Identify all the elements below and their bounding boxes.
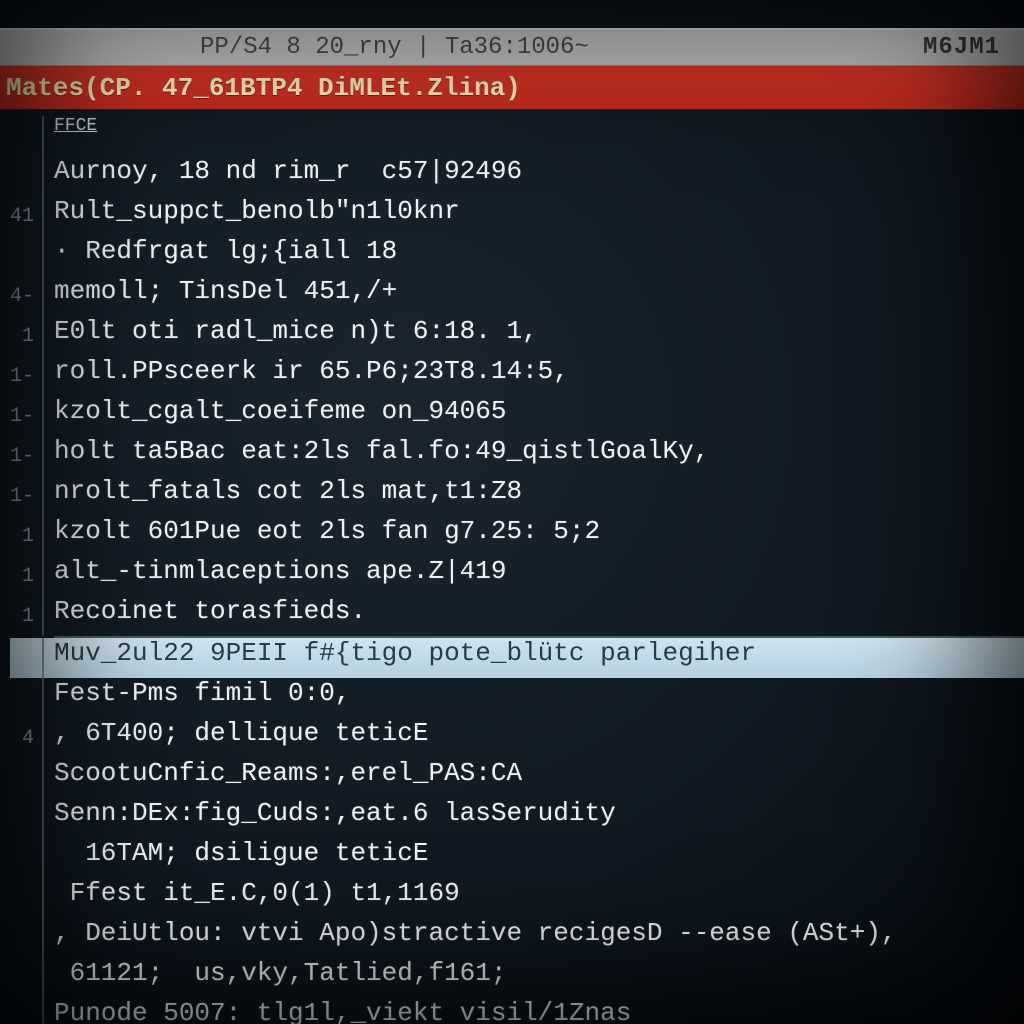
highlight-text: Muv_2ul22 9PEII f#{tigo pote_blütc parle…: [54, 638, 756, 668]
gutter: [10, 236, 44, 276]
log-text: kzolt_cgalt_coeifeme on_94065: [54, 396, 506, 426]
log-text: , 6T400; dellique teticE: [54, 718, 428, 748]
gutter: [10, 156, 44, 196]
log-text: Rult_suppct_benolb"n1l0knr: [54, 196, 460, 226]
log-text: , DeiUtlou: vtvi Apo)stractive recigesD …: [54, 918, 897, 948]
gutter: 1-: [10, 476, 44, 516]
title-text: PP/S4 8 20_rny | Ta36:1006~: [200, 34, 589, 61]
log-text: kzolt 601Pue eot 2ls fan g7.25: 5;2: [54, 516, 600, 546]
log-line: 4- memoll; TinsDel 451,/+: [10, 276, 1024, 316]
gutter: 41: [10, 196, 44, 236]
log-text: Aurnoy, 18 nd rim_r c57|92496: [54, 156, 522, 186]
log-text: Ffest it_E.C,0(1) t1,1169: [54, 878, 460, 908]
log-line: 41 Rult_suppct_benolb"n1l0knr: [10, 196, 1024, 236]
title-status: M6JM1: [923, 34, 1000, 61]
terminal-screen: PP/S4 8 20_rny | Ta36:1006~ M6JM1 Mates(…: [0, 0, 1024, 1024]
log-line: 1 E0lt oti radl_mice n)t 6:18. 1,: [10, 316, 1024, 356]
log-line: Punode 5007: tlg1l,_viekt visil/1Znas: [10, 998, 1024, 1024]
gutter: [10, 116, 44, 156]
gutter: [10, 998, 44, 1024]
log-line: 1- nrolt_fatals cot 2ls mat,t1:Z8: [10, 476, 1024, 516]
window-titlebar: PP/S4 8 20_rny | Ta36:1006~ M6JM1: [0, 28, 1024, 66]
log-line: 1- holt ta5Bac eat:2ls fal.fo:49_qistlGoa…: [10, 436, 1024, 476]
log-text: Senn:DEx:fig_Cuds:,eat.6 lasSerudity: [54, 798, 616, 828]
gutter: [10, 758, 44, 798]
log-line: Aurnoy, 18 nd rim_r c57|92496: [10, 156, 1024, 196]
gutter: 1: [10, 556, 44, 596]
gutter: [10, 638, 44, 678]
log-line: Fest-Pms fimil 0:0,: [10, 678, 1024, 718]
log-line: Ffest it_E.C,0(1) t1,1169: [10, 878, 1024, 918]
gutter: 4-: [10, 276, 44, 316]
log-text: alt_-tinmlaceptions ape.Z|419: [54, 556, 506, 586]
log-line: ScootuCnfic_Reams:,erel_PAS:CA: [10, 758, 1024, 798]
log-line: 4 , 6T400; dellique teticE: [10, 718, 1024, 758]
log-line: 1 alt_-tinmlaceptions ape.Z|419: [10, 556, 1024, 596]
log-text: memoll; TinsDel 451,/+: [54, 276, 397, 306]
terminal-content[interactable]: FFCE Aurnoy, 18 nd rim_r c57|92496 41Rul…: [0, 110, 1024, 1024]
log-text: E0lt oti radl_mice n)t 6:18. 1,: [54, 316, 538, 346]
gutter: 1: [10, 516, 44, 556]
log-text: 16TAM; dsiligue teticE: [54, 838, 428, 868]
gutter: [10, 838, 44, 878]
log-line: , DeiUtlou: vtvi Apo)stractive recigesD …: [10, 918, 1024, 958]
log-text: nrolt_fatals cot 2ls mat,t1:Z8: [54, 476, 522, 506]
log-line: · Redfrgat lg;{iall 18: [10, 236, 1024, 276]
gutter: 1-: [10, 356, 44, 396]
log-line: 1- kzolt_cgalt_coeifeme on_94065: [10, 396, 1024, 436]
gutter: 1-: [10, 396, 44, 436]
log-line: 16TAM; dsiligue teticE: [10, 838, 1024, 878]
gutter: 4: [10, 718, 44, 758]
log-line: 1- roll.PPsceerk ir 65.P6;23T8.14:5,: [10, 356, 1024, 396]
error-text: Mates(CP. 47_61BTP4 DiMLEt.Zlina): [6, 73, 521, 103]
section-header-text: FFCE: [54, 116, 97, 136]
log-line: Senn:DEx:fig_Cuds:,eat.6 lasSerudity: [10, 798, 1024, 838]
log-line: 1 kzolt 601Pue eot 2ls fan g7.25: 5;2: [10, 516, 1024, 556]
log-text: Punode 5007: tlg1l,_viekt visil/1Znas: [54, 998, 631, 1024]
log-text: Recoinet torasfieds.: [54, 596, 366, 626]
section-header: FFCE: [10, 116, 1024, 156]
gutter: [10, 878, 44, 918]
log-text: holt ta5Bac eat:2ls fal.fo:49_qistlGoalK…: [54, 436, 709, 466]
log-line: 61121; us,vky,Tatlied,f161;: [10, 958, 1024, 998]
gutter: 1: [10, 596, 44, 636]
current-line-highlight[interactable]: Muv_2ul22 9PEII f#{tigo pote_blütc parle…: [10, 638, 1024, 678]
gutter: [10, 678, 44, 718]
gutter: [10, 798, 44, 838]
gutter: 1: [10, 316, 44, 356]
error-banner: Mates(CP. 47_61BTP4 DiMLEt.Zlina): [0, 66, 1024, 110]
log-text: 61121; us,vky,Tatlied,f161;: [54, 958, 506, 988]
log-text: roll.PPsceerk ir 65.P6;23T8.14:5,: [54, 356, 569, 386]
gutter: [10, 918, 44, 958]
gutter: 1-: [10, 436, 44, 476]
log-line: 1 Recoinet torasfieds.: [10, 596, 1024, 636]
log-text: ScootuCnfic_Reams:,erel_PAS:CA: [54, 758, 522, 788]
gutter: [10, 958, 44, 998]
log-text: Fest-Pms fimil 0:0,: [54, 678, 350, 708]
log-text: · Redfrgat lg;{iall 18: [54, 236, 397, 266]
